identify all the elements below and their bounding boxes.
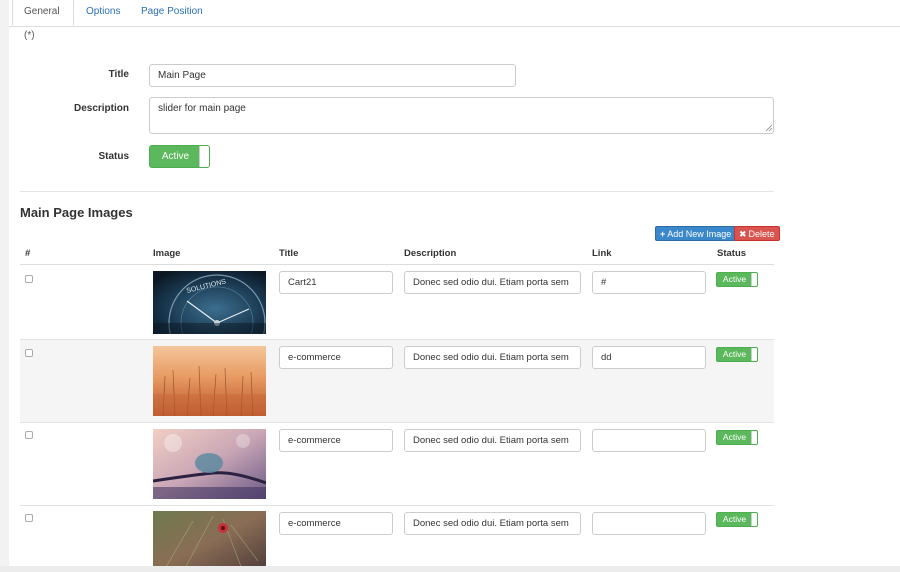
table-row: Active <box>20 506 774 572</box>
row-description-input[interactable] <box>404 429 581 452</box>
toggle-handle <box>751 431 757 444</box>
title-label: Title <box>108 69 129 80</box>
column-header-status: Status <box>717 248 747 259</box>
row-status-label: Active <box>722 514 747 524</box>
row-checkbox[interactable] <box>25 349 33 357</box>
row-description-input[interactable] <box>404 512 581 535</box>
branch-bokeh-image <box>153 429 266 499</box>
section-divider <box>20 191 774 192</box>
status-label: Status <box>98 151 129 162</box>
close-icon: ✖ <box>739 229 747 239</box>
row-status-label: Active <box>722 349 747 359</box>
compass-solutions-image: SOLUTIONS <box>153 271 266 334</box>
table-row: Active <box>20 423 774 506</box>
row-title-input[interactable] <box>279 512 393 535</box>
left-gutter <box>0 0 9 572</box>
row-description-input[interactable] <box>404 271 581 294</box>
delete-label: Delete <box>748 229 775 239</box>
tab-page-position[interactable]: Page Position <box>141 0 203 26</box>
row-description-input[interactable] <box>404 346 581 369</box>
tab-options[interactable]: Options <box>86 0 120 26</box>
status-toggle-label: Active <box>161 151 190 162</box>
tab-bar: General (*) Options Page Position <box>9 0 900 41</box>
row-title-input[interactable] <box>279 346 393 369</box>
row-link-input[interactable] <box>592 429 706 452</box>
add-new-image-label: Add New Image <box>667 229 732 239</box>
row-title-input[interactable] <box>279 271 393 294</box>
resize-grip-icon[interactable] <box>765 124 773 132</box>
column-header-description: Description <box>404 248 457 259</box>
table-row: SOLUTIONS Active <box>20 265 774 340</box>
delete-button[interactable]: ✖ Delete <box>734 226 780 241</box>
add-new-image-button[interactable]: + Add New Image <box>655 226 737 241</box>
row-checkbox[interactable] <box>25 514 33 522</box>
description-label: Description <box>73 103 129 114</box>
toggle-handle <box>751 513 757 526</box>
row-status-toggle[interactable]: Active <box>716 512 758 527</box>
title-input[interactable] <box>149 64 516 87</box>
row-title-input[interactable] <box>279 429 393 452</box>
toggle-handle <box>751 273 757 286</box>
bottom-edge <box>0 566 900 572</box>
row-checkbox[interactable] <box>25 275 33 283</box>
row-status-label: Active <box>722 274 747 284</box>
plus-icon: + <box>660 229 666 239</box>
toggle-handle <box>751 348 757 361</box>
images-section-heading: Main Page Images <box>20 205 133 220</box>
tab-general[interactable]: General (*) <box>12 0 74 41</box>
row-link-input[interactable] <box>592 346 706 369</box>
row-status-label: Active <box>722 432 747 442</box>
red-flower-image <box>153 511 266 572</box>
row-status-toggle[interactable]: Active <box>716 347 758 362</box>
column-header-title: Title <box>279 248 299 259</box>
description-textarea[interactable]: slider for main page <box>149 97 774 134</box>
status-toggle[interactable]: Active <box>149 145 210 168</box>
column-header-number: # <box>25 248 31 259</box>
row-link-input[interactable] <box>592 512 706 535</box>
row-link-input[interactable] <box>592 271 706 294</box>
row-checkbox[interactable] <box>25 431 33 439</box>
column-header-image: Image <box>153 248 181 259</box>
column-header-link: Link <box>592 248 612 259</box>
table-row: Active <box>20 340 774 423</box>
row-status-toggle[interactable]: Active <box>716 430 758 445</box>
toggle-handle <box>199 146 209 167</box>
wheat-field-image <box>153 346 266 416</box>
row-status-toggle[interactable]: Active <box>716 272 758 287</box>
